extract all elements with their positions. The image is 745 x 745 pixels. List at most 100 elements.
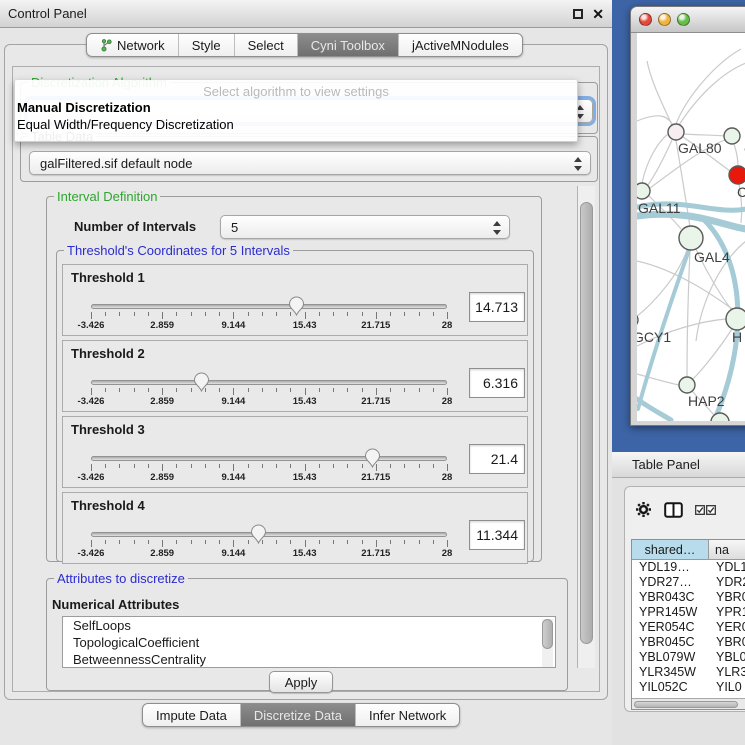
table-cell[interactable]: YBL079W bbox=[632, 650, 709, 665]
network-edge[interactable] bbox=[648, 140, 672, 185]
threshold-value-field[interactable]: 11.344 bbox=[469, 520, 525, 550]
table-toolbar bbox=[635, 501, 716, 518]
cyni-bottom-tabs: Impute Data Discretize Data Infer Network bbox=[142, 703, 460, 727]
column-view-icon[interactable] bbox=[664, 502, 683, 518]
table-cell[interactable]: YPR145W bbox=[632, 605, 709, 620]
table-row[interactable]: YER054CYER0 bbox=[632, 620, 745, 635]
threshold-label: Threshold 3 bbox=[71, 422, 145, 437]
network-node[interactable] bbox=[668, 124, 684, 140]
tab-label: Network bbox=[117, 38, 165, 53]
column-header-shared-name[interactable]: shared… bbox=[632, 540, 709, 559]
network-edge[interactable] bbox=[734, 144, 738, 166]
checkbox-icon[interactable] bbox=[706, 505, 716, 515]
threshold-value-field[interactable]: 21.4 bbox=[469, 444, 525, 474]
close-window-icon[interactable] bbox=[639, 13, 652, 26]
apply-button[interactable]: Apply bbox=[269, 671, 333, 693]
table-cell[interactable]: YLR3 bbox=[709, 665, 745, 680]
attribute-item[interactable]: SelfLoops bbox=[63, 617, 555, 634]
tab-discretize-data[interactable]: Discretize Data bbox=[240, 704, 355, 726]
table-cell[interactable]: YER0 bbox=[709, 620, 745, 635]
network-node[interactable] bbox=[726, 308, 745, 330]
table-cell[interactable]: YDR2 bbox=[709, 575, 745, 590]
num-intervals-combobox[interactable]: 5 bbox=[220, 215, 510, 239]
network-edge[interactable] bbox=[642, 134, 668, 183]
threshold-slider-track[interactable] bbox=[91, 532, 447, 537]
table-cell[interactable]: YIL052C bbox=[632, 680, 709, 695]
network-edge[interactable] bbox=[637, 116, 673, 126]
tab-network[interactable]: Network bbox=[87, 34, 178, 56]
table-cell[interactable]: YLR345W bbox=[632, 665, 709, 680]
table-row[interactable]: YBL079WYBL0 bbox=[632, 650, 745, 665]
table-hscrollbar-thumb[interactable] bbox=[634, 701, 738, 708]
tab-label: Discretize Data bbox=[254, 708, 342, 723]
threshold-value-field[interactable]: 14.713 bbox=[469, 292, 525, 322]
network-node[interactable] bbox=[724, 128, 740, 144]
table-row[interactable]: YIL052CYIL0 bbox=[632, 680, 745, 695]
threshold-slider-track[interactable] bbox=[91, 380, 447, 385]
table-cell[interactable]: YER054C bbox=[632, 620, 709, 635]
tab-label: Style bbox=[192, 38, 221, 53]
tab-infer-network[interactable]: Infer Network bbox=[355, 704, 459, 726]
network-thick-edge[interactable] bbox=[637, 399, 671, 420]
threshold-value-field[interactable]: 6.316 bbox=[469, 368, 525, 398]
threshold-slider-track[interactable] bbox=[91, 456, 447, 461]
attribute-item[interactable]: TopologicalCoefficient bbox=[63, 634, 555, 651]
float-panel-icon[interactable] bbox=[573, 9, 583, 19]
control-panel-tabs: Network Style SelectCyni ToolboxjActiveMNo… bbox=[86, 33, 523, 57]
slider-ticks bbox=[91, 540, 447, 548]
table-hscrollbar-track[interactable] bbox=[632, 698, 745, 709]
table-cell[interactable]: YDR27… bbox=[632, 575, 709, 590]
checkbox-icon[interactable] bbox=[695, 505, 705, 515]
table-cell[interactable]: YBR045C bbox=[632, 635, 709, 650]
threshold-label: Threshold 4 bbox=[71, 498, 145, 513]
attribute-item[interactable]: BetweennessCentrality bbox=[63, 651, 555, 668]
table-cell[interactable]: YPR1 bbox=[709, 605, 745, 620]
table-row[interactable]: YLR345WYLR3 bbox=[632, 665, 745, 680]
table-row[interactable]: YDL19…YDL1 bbox=[632, 560, 745, 575]
tab-impute-data[interactable]: Impute Data bbox=[143, 704, 240, 726]
tab-cyni-toolbox[interactable]: Cyni Toolbox bbox=[297, 34, 398, 56]
table-data-combobox[interactable]: galFiltered.sif default node bbox=[29, 151, 591, 175]
close-panel-icon[interactable]: ✕ bbox=[592, 9, 604, 19]
network-edge[interactable] bbox=[687, 250, 690, 377]
table-cell[interactable]: YBR0 bbox=[709, 635, 745, 650]
network-edge[interactable] bbox=[676, 49, 741, 124]
network-edge[interactable] bbox=[693, 329, 732, 379]
table-panel: Table Panel bbox=[612, 452, 745, 745]
numerical-attributes-list[interactable]: SelfLoopsTopologicalCoefficientBetweenne… bbox=[62, 616, 556, 668]
table-row[interactable]: YDR27…YDR2 bbox=[632, 575, 745, 590]
table-cell[interactable]: YBR043C bbox=[632, 590, 709, 605]
table-cell[interactable]: YBL0 bbox=[709, 650, 745, 665]
network-node[interactable] bbox=[729, 166, 745, 184]
tab-style[interactable]: Style bbox=[178, 34, 234, 56]
table-cell[interactable]: YDL19… bbox=[632, 560, 709, 575]
network-edge[interactable] bbox=[684, 134, 724, 136]
table-cell[interactable]: YDL1 bbox=[709, 560, 745, 575]
tab-select[interactable]: Select bbox=[234, 34, 297, 56]
table-row[interactable]: YBR045CYBR0 bbox=[632, 635, 745, 650]
network-edge[interactable] bbox=[637, 250, 687, 317]
table-cell[interactable]: YIL0 bbox=[709, 680, 745, 695]
tab-jactivemnodules[interactable]: jActiveMNodules bbox=[398, 34, 522, 56]
table-row[interactable]: YPR145WYPR1 bbox=[632, 605, 745, 620]
attributes-scrollbar-track[interactable] bbox=[542, 619, 553, 667]
network-node[interactable] bbox=[679, 226, 703, 250]
table-row[interactable]: YBR043CYBR0 bbox=[632, 590, 745, 605]
popup-option-manual[interactable]: Manual Discretization bbox=[15, 99, 577, 116]
settings-scrollbar-track[interactable] bbox=[577, 186, 595, 668]
network-node[interactable] bbox=[637, 183, 650, 199]
network-node[interactable] bbox=[679, 377, 695, 393]
minimize-window-icon[interactable] bbox=[658, 13, 671, 26]
table-cell[interactable]: YBR0 bbox=[709, 590, 745, 605]
threshold-slider-track[interactable] bbox=[91, 304, 447, 309]
combo-arrows-icon bbox=[493, 220, 501, 236]
threshold-panel-3: Threshold 3-3.4262.8599.14415.4321.71528… bbox=[62, 416, 528, 488]
column-header-name[interactable]: na bbox=[709, 540, 745, 559]
popup-option-equal-width[interactable]: Equal Width/Frequency Discretization bbox=[15, 116, 577, 133]
attributes-scrollbar-thumb[interactable] bbox=[542, 619, 553, 649]
zoom-window-icon[interactable] bbox=[677, 13, 690, 26]
network-canvas[interactable]: GAL80GACGAL11GAL4GCY1HHAP2 bbox=[637, 33, 745, 421]
slider-ticks bbox=[91, 312, 447, 320]
gear-icon[interactable] bbox=[635, 501, 652, 518]
settings-scrollbar-thumb[interactable] bbox=[580, 202, 593, 644]
